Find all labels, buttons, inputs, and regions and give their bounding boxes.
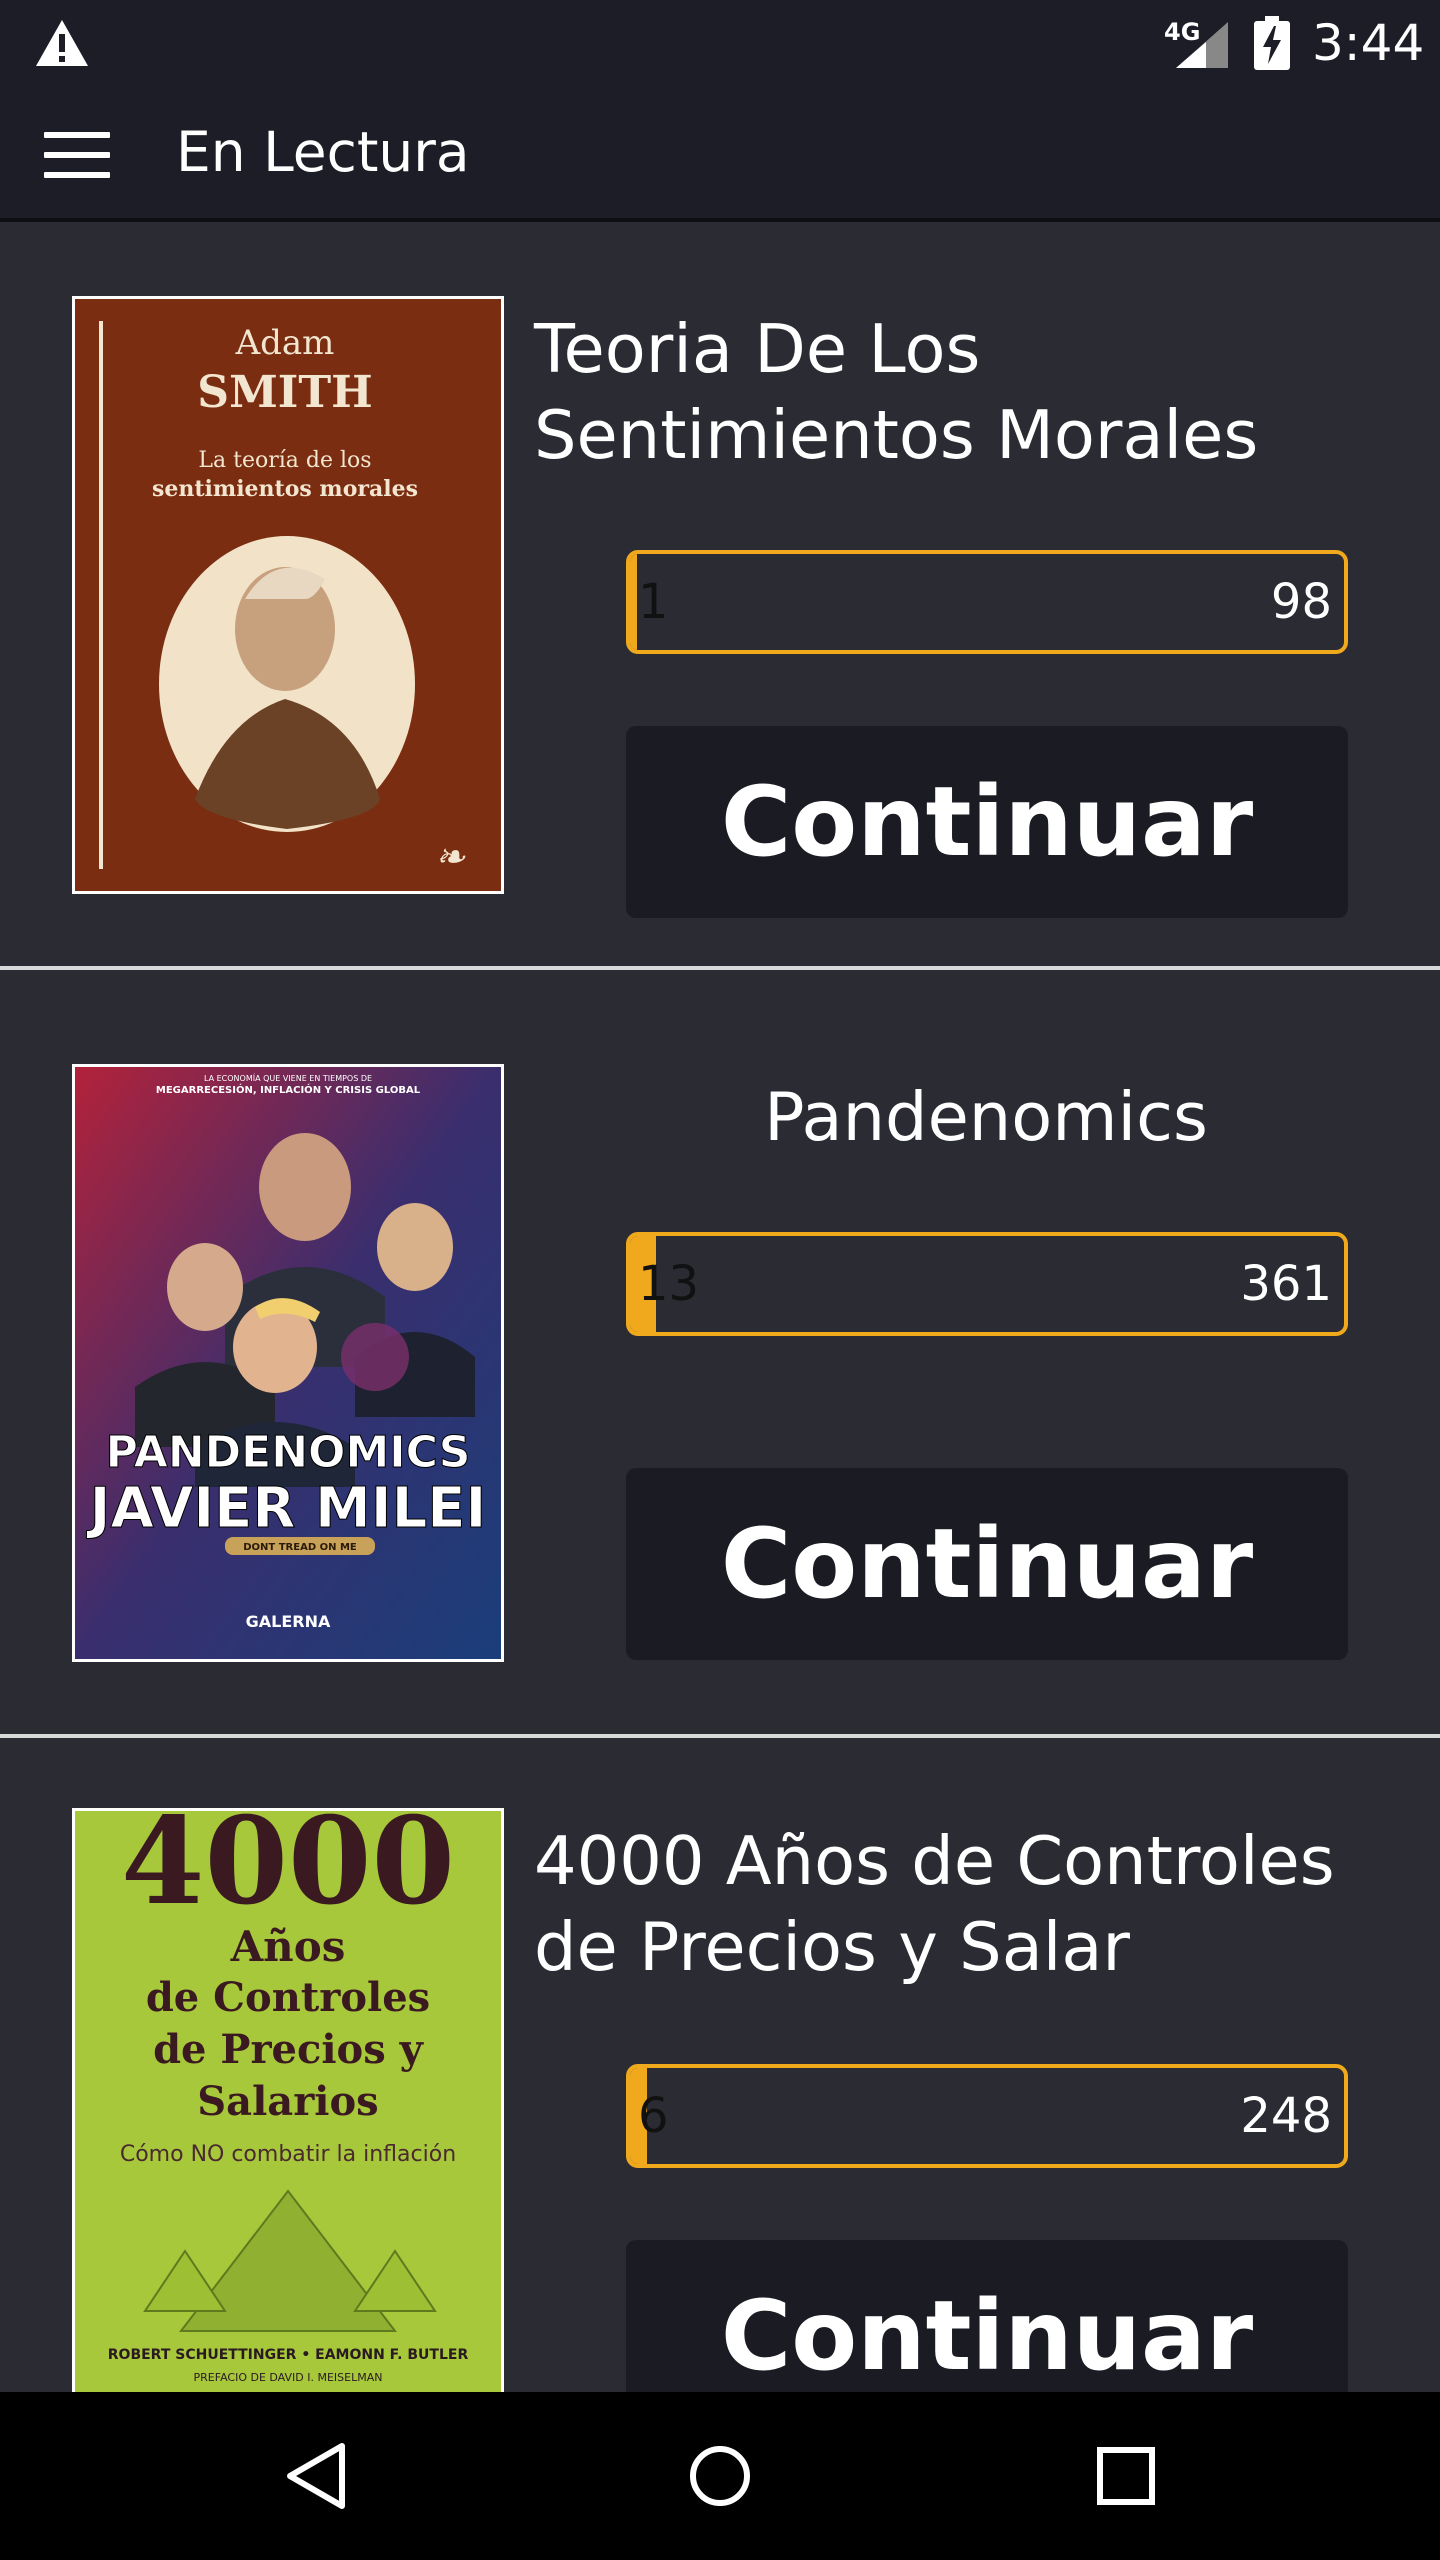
continue-button[interactable]: Continuar bbox=[626, 726, 1348, 918]
total-pages: 361 bbox=[1240, 1256, 1332, 1312]
page-title: En Lectura bbox=[176, 120, 470, 184]
cover-authors: ROBERT SCHUETTINGER • EAMONN F. BUTLER bbox=[108, 2347, 469, 2363]
current-page: 13 bbox=[638, 1256, 700, 1312]
navigation-bar bbox=[0, 2392, 1440, 2560]
current-page: 6 bbox=[638, 2088, 669, 2144]
continue-button[interactable]: Continuar bbox=[626, 2240, 1348, 2392]
total-pages: 98 bbox=[1270, 574, 1332, 630]
current-page: 1 bbox=[638, 574, 669, 630]
continue-button[interactable]: Continuar bbox=[626, 1468, 1348, 1660]
cover-author-last: SMITH bbox=[197, 367, 372, 418]
cover-tag: DONT TREAD ON ME bbox=[243, 1542, 357, 1553]
reading-progress-bar: 13 361 bbox=[626, 1232, 1348, 1336]
cover-preface: PREFACIO DE DAVID I. MEISELMAN bbox=[194, 2371, 383, 2384]
warning-icon bbox=[36, 20, 88, 66]
cover-line-2: sentimientos morales bbox=[152, 476, 418, 502]
cover-kicker-2: MEGARRECESIÓN, INFLACIÓN Y CRISIS GLOBAL bbox=[156, 1083, 421, 1096]
cover-publisher: GALERNA bbox=[246, 1612, 331, 1631]
status-bar: 4G 3:44 bbox=[0, 0, 1440, 88]
book-cover[interactable]: LA ECONOMÍA QUE VIENE EN TIEMPOS DE MEGA… bbox=[72, 1064, 504, 1662]
cover-line-2: de Controles bbox=[146, 1974, 430, 2021]
cover-subtitle: Cómo NO combatir la inflación bbox=[120, 2142, 456, 2167]
book-cover-art: Adam SMITH La teoría de los sentimientos… bbox=[75, 299, 501, 891]
book-card: 4000 Años de Controles de Precios y Sala… bbox=[0, 1738, 1440, 2392]
book-list[interactable]: Adam SMITH La teoría de los sentimientos… bbox=[0, 226, 1440, 2392]
cover-line-4: Salarios bbox=[197, 2078, 378, 2125]
book-cover[interactable]: Adam SMITH La teoría de los sentimientos… bbox=[72, 296, 504, 894]
cover-line-1: Años bbox=[230, 1922, 346, 1971]
book-title: Teoria De Los Sentimientos Morales bbox=[534, 310, 1259, 474]
reading-progress-bar: 1 98 bbox=[626, 550, 1348, 654]
signal-icon bbox=[1176, 22, 1228, 68]
home-icon[interactable] bbox=[688, 2436, 752, 2516]
cover-line-3: de Precios y bbox=[153, 2026, 425, 2073]
cover-kicker-1: LA ECONOMÍA QUE VIENE EN TIEMPOS DE bbox=[204, 1072, 372, 1083]
svg-text:❧: ❧ bbox=[435, 837, 466, 878]
book-cover[interactable]: 4000 Años de Controles de Precios y Sala… bbox=[72, 1808, 504, 2392]
app-bar: En Lectura bbox=[0, 88, 1440, 222]
recents-icon[interactable] bbox=[1094, 2436, 1158, 2516]
reading-progress-bar: 6 248 bbox=[626, 2064, 1348, 2168]
cover-big-title-2: JAVIER MILEI bbox=[86, 1476, 487, 1541]
cover-line-1: La teoría de los bbox=[198, 448, 371, 473]
book-card: LA ECONOMÍA QUE VIENE EN TIEMPOS DE MEGA… bbox=[0, 994, 1440, 1738]
battery-charging-icon bbox=[1254, 16, 1290, 70]
book-cover-art: LA ECONOMÍA QUE VIENE EN TIEMPOS DE MEGA… bbox=[75, 1067, 501, 1659]
back-icon[interactable] bbox=[280, 2436, 350, 2516]
book-card: Adam SMITH La teoría de los sentimientos… bbox=[0, 226, 1440, 970]
clock: 3:44 bbox=[1312, 14, 1425, 72]
cover-author-first: Adam bbox=[235, 323, 335, 363]
book-title: 4000 Años de Controles de Precios y Sala… bbox=[534, 1822, 1335, 1986]
cover-big-title-1: PANDENOMICS bbox=[106, 1427, 471, 1478]
cover-number: 4000 bbox=[121, 1811, 455, 1932]
book-title: Pandenomics bbox=[764, 1078, 1208, 1156]
book-cover-art: 4000 Años de Controles de Precios y Sala… bbox=[75, 1811, 501, 2392]
hamburger-menu-icon[interactable] bbox=[44, 132, 110, 178]
progress-fill bbox=[630, 554, 638, 650]
total-pages: 248 bbox=[1240, 2088, 1332, 2144]
